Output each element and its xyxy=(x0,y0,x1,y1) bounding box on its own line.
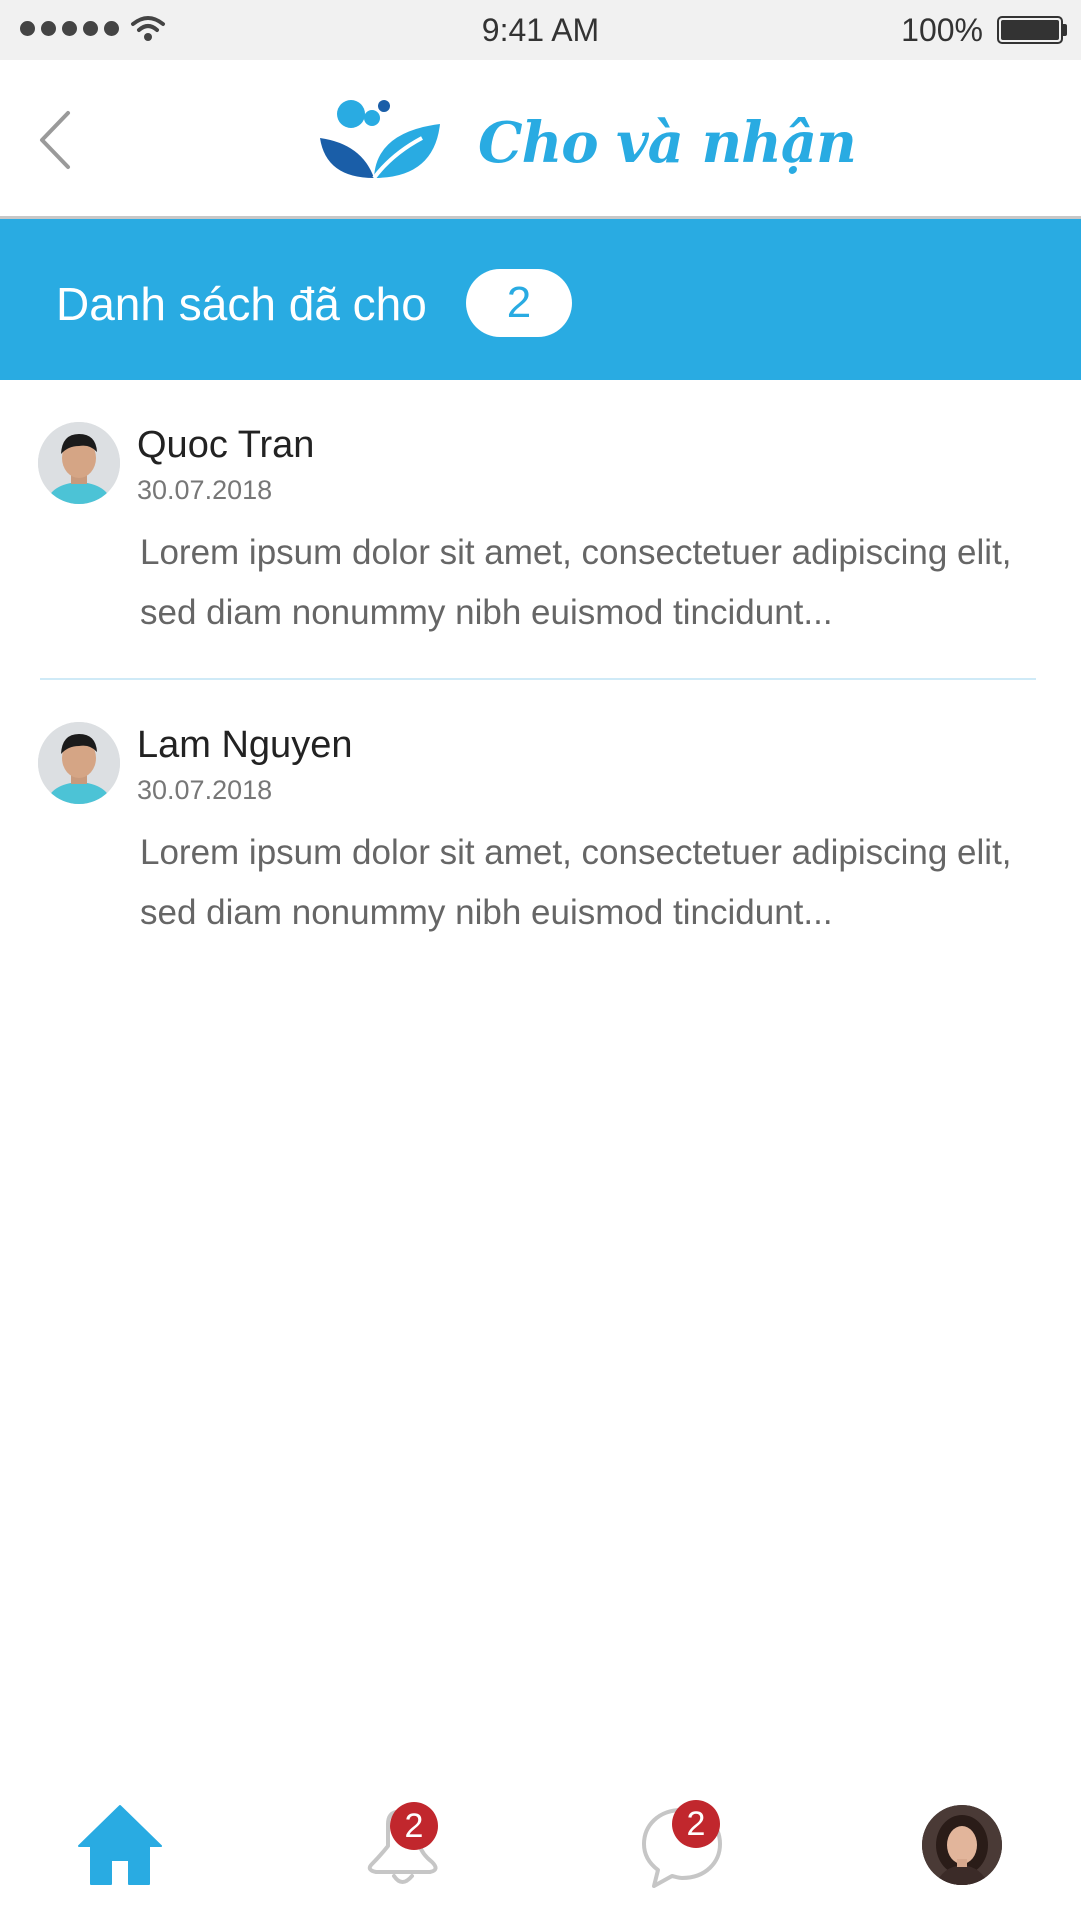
item-date: 30.07.2018 xyxy=(137,775,273,805)
tab-home[interactable] xyxy=(50,1780,190,1900)
given-list: Quoc Tran 30.07.2018 Lorem ipsum dolor s… xyxy=(0,380,1081,980)
battery-percentage: 100% xyxy=(901,12,983,48)
item-description: Lorem ipsum dolor sit amet, consectetuer… xyxy=(140,833,1012,932)
app-header: Cho và nhận xyxy=(0,60,1081,219)
chevron-left-icon xyxy=(40,111,70,169)
messages-badge: 2 xyxy=(672,1800,720,1848)
profile-avatar[interactable] xyxy=(922,1805,1002,1885)
item-name: Quoc Tran xyxy=(137,424,315,466)
item-name: Lam Nguyen xyxy=(137,724,353,766)
item-date: 30.07.2018 xyxy=(137,475,273,505)
bottom-tab-bar: 2 2 xyxy=(0,1780,1081,1921)
back-button[interactable] xyxy=(30,105,80,175)
app-logo-text: Cho và nhận xyxy=(478,110,857,176)
leaf-bubbles-icon xyxy=(320,100,440,180)
item-description: Lorem ipsum dolor sit amet, consectetuer… xyxy=(140,533,1012,632)
notifications-badge: 2 xyxy=(390,1802,438,1850)
avatar xyxy=(38,722,120,804)
tab-notifications[interactable]: 2 xyxy=(330,1780,470,1900)
home-icon xyxy=(78,1805,162,1885)
section-title: Danh sách đã cho xyxy=(56,278,427,330)
count-badge: 2 xyxy=(466,269,572,337)
avatar xyxy=(38,422,120,504)
list-item[interactable]: Quoc Tran 30.07.2018 Lorem ipsum dolor s… xyxy=(0,380,1081,680)
list-item[interactable]: Lam Nguyen 30.07.2018 Lorem ipsum dolor … xyxy=(0,680,1081,980)
section-banner: Danh sách đã cho 2 xyxy=(0,219,1081,380)
battery-icon xyxy=(997,16,1067,44)
status-bar: 9:41 AM 100% xyxy=(0,0,1081,60)
tab-messages[interactable]: 2 xyxy=(610,1780,750,1900)
